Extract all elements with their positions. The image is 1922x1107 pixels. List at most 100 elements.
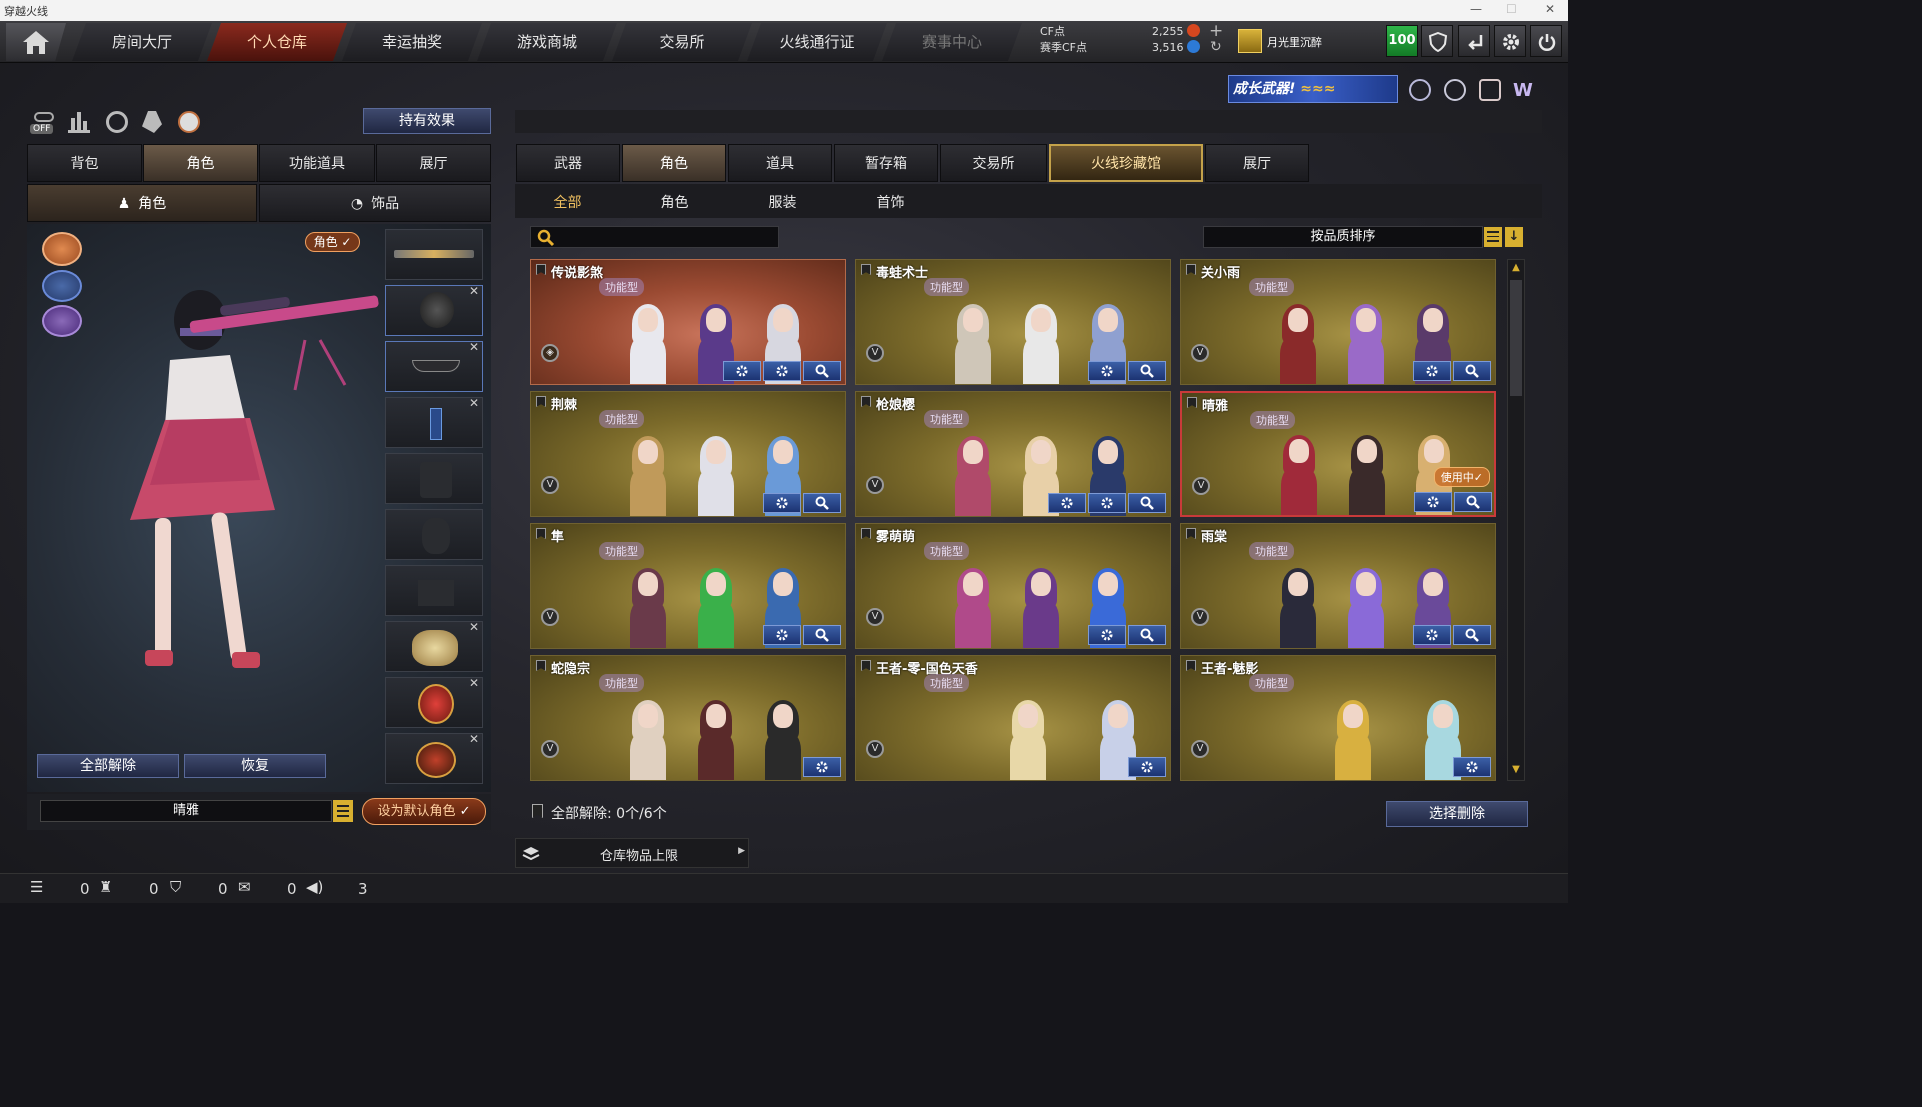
settings-button[interactable] [1413,625,1451,645]
search-input[interactable] [530,226,779,248]
exit-room-button[interactable] [1458,25,1490,57]
menu-icon[interactable] [333,800,353,822]
clan-shield-icon[interactable]: ⛉ [170,878,181,896]
storage-limit-bar[interactable]: 仓库物品上限 ▶ [515,838,749,868]
remove-icon[interactable]: ✕ [469,396,479,410]
right-tab-collection[interactable]: 火线珍藏馆 [1049,144,1203,182]
card-scrollbar[interactable]: ▲ ▼ [1507,259,1525,781]
role-card[interactable]: 雾萌萌 功能型 V [855,523,1171,649]
stats-icon[interactable] [68,111,90,133]
eagle-icon[interactable] [42,232,82,266]
role-card[interactable]: 毒蛙术士 功能型 V [855,259,1171,385]
friends-icon[interactable]: ♜ [99,878,112,896]
role-card[interactable]: 王者-零-国色天香 功能型 V [855,655,1171,781]
remove-icon[interactable]: ✕ [469,620,479,634]
refresh-icon[interactable]: ↻ [1210,39,1222,55]
right-tab-storage[interactable]: 暂存箱 [834,144,938,182]
role-card[interactable]: 王者-魅影 功能型 V [1180,655,1496,781]
minimize-icon[interactable]: — [1470,2,1482,16]
slot-pants[interactable] [385,565,483,616]
rotate-icon[interactable] [106,111,128,133]
speaker-icon[interactable]: ◀) [306,878,323,896]
favorite-icon[interactable] [861,660,871,671]
menu-list-icon[interactable]: ☰ [30,878,43,896]
settings-button[interactable] [1494,25,1526,57]
right-tab-item[interactable]: 道具 [728,144,832,182]
set-default-role-button[interactable]: 设为默认角色 ✓ [362,798,486,825]
role-card[interactable]: 传说影煞 功能型 ◈ [530,259,846,385]
role-card[interactable]: 荆棘 功能型 V [530,391,846,517]
favorite-icon[interactable] [861,528,871,539]
settings-button[interactable] [1413,361,1451,381]
close-icon[interactable]: ✕ [1545,2,1555,16]
nav-tab-pass[interactable]: 火线通行证 [747,23,887,61]
favorite-icon[interactable] [536,264,546,275]
scroll-up-icon[interactable]: ▲ [1510,262,1522,276]
left-tab-backpack[interactable]: 背包 [27,144,142,182]
settings-button[interactable] [763,361,801,381]
slot-backpack[interactable] [385,509,483,560]
inspect-button[interactable] [803,361,841,381]
inspect-button[interactable] [803,625,841,645]
remove-icon[interactable]: ✕ [469,284,479,298]
home-button[interactable] [6,23,66,61]
settings-button[interactable] [723,361,761,381]
role-select[interactable]: 晴雅 [40,800,332,822]
inspect-button[interactable] [1128,625,1166,645]
inspect-button[interactable] [1128,361,1166,381]
subtab-accessory[interactable]: ◔ 饰品 [259,184,491,222]
favorite-icon[interactable] [1186,264,1196,275]
slot-glasses[interactable]: ✕ [385,340,483,392]
role-card[interactable]: 雨棠 功能型 V [1180,523,1496,649]
nav-tab-trade[interactable]: 交易所 [612,23,752,61]
settings-button[interactable] [1128,757,1166,777]
slot-vest[interactable] [385,453,483,504]
nav-tab-lobby[interactable]: 房间大厅 [72,23,212,61]
emote-icon[interactable] [178,111,200,133]
nav-tab-shop[interactable]: 游戏商城 [477,23,617,61]
favorite-icon[interactable] [536,660,546,671]
remove-icon[interactable]: ✕ [469,732,479,746]
inspect-button[interactable] [1128,493,1166,513]
slot-charm[interactable]: ✕ [385,676,483,728]
favorite-icon[interactable] [861,396,871,407]
chat-icon[interactable]: ✉ [238,878,251,896]
scroll-down-icon[interactable]: ▼ [1510,764,1522,778]
restore-button[interactable]: 恢复 [184,754,326,778]
slot-primary-weapon[interactable] [385,229,483,280]
subtab-role[interactable]: ♟ 角色 [27,184,257,222]
favorite-icon[interactable] [1186,660,1196,671]
role-card[interactable]: 隼功能型 V [530,523,846,649]
w-logo-icon[interactable]: W [1513,80,1533,101]
role-card[interactable]: 枪娘樱 功能型 V [855,391,1171,517]
growth-weapon-banner[interactable]: 成长武器! ≈≈≈ [1228,75,1398,103]
wings-icon[interactable] [42,305,82,337]
shield-button[interactable] [1421,25,1453,57]
right-tab-role[interactable]: 角色 [622,144,726,182]
level-badge[interactable]: 100 [1386,25,1418,57]
subtab-role-filter[interactable]: 角色 [637,192,712,212]
right-tab-trade[interactable]: 交易所 [940,144,1047,182]
subtab-all[interactable]: 全部 [530,192,605,212]
inspect-button[interactable] [1453,361,1491,381]
slot-ring[interactable]: ✕ [385,732,483,784]
slot-helmet[interactable]: ✕ [385,284,483,336]
settings-button[interactable] [803,757,841,777]
remove-icon[interactable]: ✕ [469,340,479,354]
slot-pet[interactable]: ✕ [385,620,483,672]
inspect-button[interactable] [1453,625,1491,645]
expand-icon[interactable]: ▶ [738,846,745,856]
favorite-icon[interactable] [536,396,546,407]
sort-desc-icon[interactable]: ↓ [1505,227,1523,247]
globe-icon[interactable] [1444,79,1466,101]
slot-radio[interactable]: ✕ [385,396,483,448]
badge-v-icon[interactable] [1409,79,1431,101]
settings-button[interactable] [1414,492,1452,512]
role-card[interactable]: 蛇隐宗 功能型 V [530,655,846,781]
select-delete-button[interactable]: 选择删除 [1386,801,1528,827]
settings-button[interactable] [1088,361,1126,381]
toggle-off-icon[interactable]: OFF [30,110,58,136]
maximize-icon[interactable]: ☐ [1506,2,1517,16]
release-all-button[interactable]: 全部解除 [37,754,179,778]
favorite-icon[interactable] [1186,528,1196,539]
